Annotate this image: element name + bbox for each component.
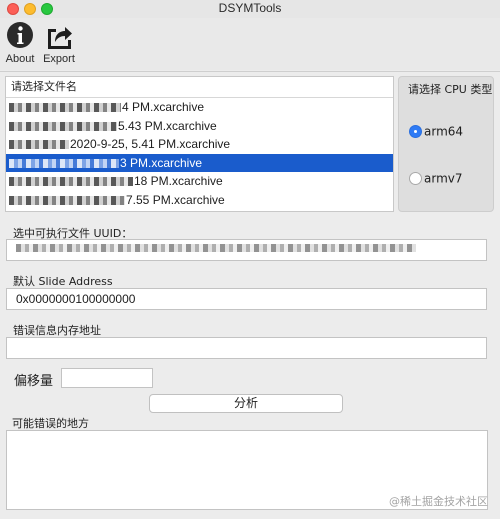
redacted-text xyxy=(9,103,121,113)
window-title: DSYMTools xyxy=(218,1,282,15)
export-label: Export xyxy=(43,53,75,65)
file-row[interactable]: 18 PM.xcarchive xyxy=(6,172,393,191)
file-row[interactable]: 7.55 PM.xcarchive xyxy=(6,191,393,210)
slide-address-label: 默认 Slide Address xyxy=(13,275,113,288)
cpu-type-group: 请选择 CPU 类型 arm64 armv7 xyxy=(398,76,494,212)
file-row[interactable]: 5.43 PM.xcarchive xyxy=(6,117,393,136)
radio-off-icon xyxy=(409,172,422,185)
radio-arm64[interactable]: arm64 xyxy=(409,124,463,139)
redacted-text xyxy=(9,140,69,150)
error-address-label: 错误信息内存地址 xyxy=(13,324,101,337)
slide-address-field[interactable]: 0x0000000100000000 xyxy=(6,288,487,310)
result-label: 可能错误的地方 xyxy=(12,417,89,430)
redacted-text xyxy=(9,177,133,187)
redacted-text xyxy=(9,158,119,168)
title-bar: DSYMTools xyxy=(0,0,500,18)
toolbar: About Export xyxy=(0,18,500,70)
file-list-header: 请选择文件名 xyxy=(6,77,393,98)
share-export-icon xyxy=(48,27,72,49)
file-list[interactable]: 请选择文件名 4 PM.xcarchive 5.43 PM.xcarchive … xyxy=(5,76,394,212)
toolbar-divider xyxy=(0,71,500,72)
uuid-field[interactable] xyxy=(6,239,487,261)
radio-armv7[interactable]: armv7 xyxy=(409,171,463,186)
file-row[interactable]: 4 PM.xcarchive xyxy=(6,98,393,117)
file-row[interactable]: 2020-9-25, 5.41 PM.xcarchive xyxy=(6,135,393,154)
about-label: About xyxy=(5,53,35,65)
file-row-selected[interactable]: 3 PM.xcarchive xyxy=(6,153,393,172)
redacted-text xyxy=(9,195,125,205)
cpu-type-title: 请选择 CPU 类型 xyxy=(408,83,493,96)
redacted-text xyxy=(9,121,117,131)
about-button[interactable]: About xyxy=(0,20,40,65)
info-icon xyxy=(7,22,33,48)
redacted-uuid xyxy=(16,243,416,252)
error-address-field[interactable] xyxy=(6,337,487,359)
radio-on-icon xyxy=(409,125,422,138)
watermark: @稀土掘金技术社区 xyxy=(389,495,488,508)
offset-label: 偏移量 xyxy=(14,374,54,389)
export-button[interactable]: Export xyxy=(39,20,79,65)
analyze-button[interactable]: 分析 xyxy=(149,394,343,413)
offset-input[interactable] xyxy=(61,368,153,388)
